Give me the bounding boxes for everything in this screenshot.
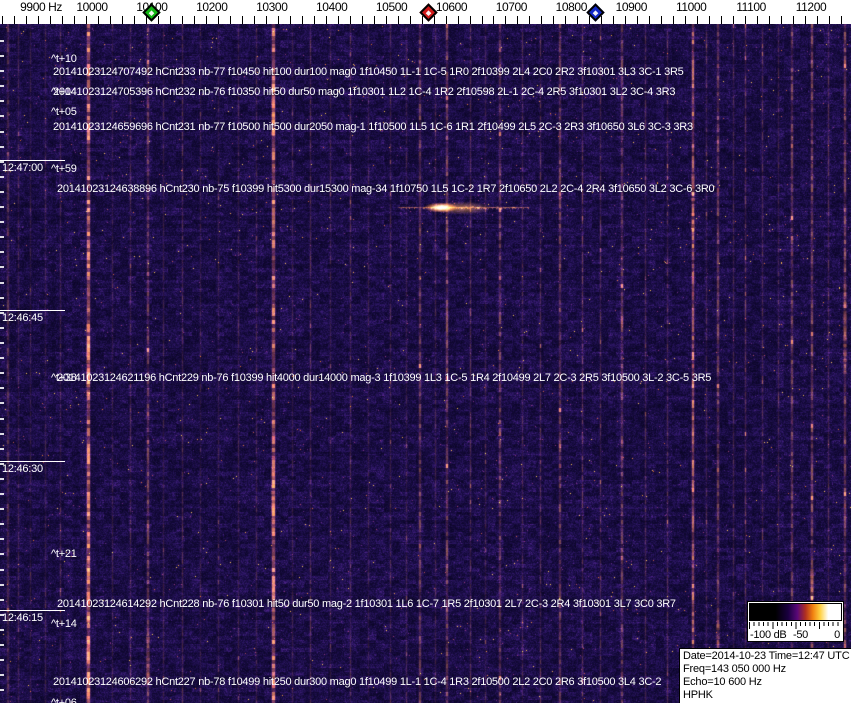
freq-tick	[157, 16, 159, 24]
freq-tick	[505, 16, 507, 24]
colorbar-gradient-icon	[749, 603, 842, 621]
freq-tick	[457, 16, 459, 24]
freq-tick	[433, 16, 435, 24]
freq-label: 10000	[76, 0, 108, 14]
freq-tick	[253, 16, 255, 24]
freq-tick	[409, 16, 411, 24]
freq-tick	[110, 16, 111, 24]
freq-tick	[613, 16, 615, 24]
freq-tick	[26, 16, 28, 24]
colorbar-label-min: -100 dB	[750, 629, 787, 641]
freq-tick	[697, 16, 699, 24]
freq-tick	[38, 16, 40, 24]
freq-tick	[685, 16, 687, 24]
freq-tick	[122, 16, 123, 24]
freq-tick	[529, 16, 531, 24]
freq-tick	[169, 16, 171, 24]
meteor-spectrogram-app: 12:47:00 12:46:45 12:46:30 12:46:15 ^t+10 201…	[0, 0, 851, 703]
freq-label: 10300	[256, 0, 288, 14]
freq-label: 10400	[316, 0, 348, 14]
freq-label: 11000	[675, 0, 707, 14]
info-frequency: Freq=143 050 000 Hz	[683, 663, 786, 675]
freq-tick	[781, 16, 782, 24]
info-echo: Echo=10 600 Hz	[683, 676, 762, 688]
colorbar-label-max: 0	[834, 629, 840, 641]
freq-label: 10200	[196, 0, 228, 14]
freq-tick	[217, 16, 219, 24]
freq-tick	[277, 16, 279, 24]
freq-tick	[397, 16, 399, 24]
freq-tick	[493, 16, 495, 24]
freq-tick	[361, 16, 363, 24]
freq-tick	[673, 16, 675, 24]
freq-tick	[625, 16, 627, 24]
freq-tick	[133, 16, 135, 24]
freq-label: 9900 Hz	[20, 0, 63, 14]
freq-tick	[601, 16, 603, 24]
freq-tick	[481, 16, 483, 24]
freq-tick	[733, 16, 735, 24]
freq-tick	[661, 16, 663, 24]
freq-tick	[541, 16, 543, 24]
freq-tick	[649, 16, 651, 24]
freq-tick	[265, 16, 267, 24]
colorbar-ticks	[749, 622, 841, 629]
colorbar-label-mid: -50	[793, 629, 808, 641]
freq-tick	[337, 16, 339, 24]
freq-tick	[805, 16, 806, 24]
freq-tick	[205, 16, 207, 24]
freq-tick	[50, 16, 52, 24]
freq-tick	[181, 16, 183, 24]
info-station: HPHK	[683, 689, 713, 701]
freq-label: 10900	[615, 0, 648, 14]
freq-label: 10500	[375, 0, 408, 14]
colorbar: -100 dB -50 0	[747, 601, 844, 642]
freq-tick	[86, 16, 87, 24]
spectrogram-canvas	[0, 24, 851, 703]
freq-tick	[74, 16, 75, 24]
freq-tick	[229, 16, 231, 24]
freq-tick	[829, 16, 830, 24]
info-box: Date=2014-10-23 Time=12:47 UTC Freq=143 …	[679, 648, 851, 703]
frequency-ruler: 9900 Hz100001010010200103001040010500106…	[0, 0, 851, 24]
freq-tick	[565, 16, 567, 24]
freq-tick	[313, 16, 315, 24]
freq-tick	[385, 16, 387, 24]
freq-tick	[301, 16, 303, 24]
freq-tick	[769, 16, 771, 24]
freq-label: 11200	[795, 0, 827, 14]
freq-tick	[841, 16, 842, 24]
freq-tick	[721, 16, 723, 24]
freq-tick	[325, 16, 327, 24]
freq-tick	[98, 16, 99, 24]
freq-tick	[709, 16, 711, 24]
freq-tick	[349, 16, 351, 24]
freq-tick	[421, 16, 423, 24]
freq-tick	[817, 16, 818, 24]
freq-label: 10600	[435, 0, 468, 14]
freq-tick	[289, 16, 291, 24]
freq-label: 10700	[495, 0, 528, 14]
freq-tick	[62, 16, 63, 24]
freq-label: 10800	[555, 0, 588, 14]
freq-tick	[793, 16, 794, 24]
freq-tick	[637, 16, 639, 24]
freq-tick	[553, 16, 555, 24]
freq-tick	[577, 16, 579, 24]
freq-tick	[745, 16, 747, 24]
freq-tick	[241, 16, 243, 24]
freq-tick	[193, 16, 195, 24]
freq-tick	[2, 16, 4, 24]
freq-tick	[517, 16, 519, 24]
freq-tick	[757, 16, 759, 24]
info-date-time: Date=2014-10-23 Time=12:47 UTC	[683, 650, 850, 662]
freq-tick	[373, 16, 375, 24]
freq-tick	[469, 16, 471, 24]
freq-tick	[445, 16, 447, 24]
freq-label: 11100	[736, 0, 766, 14]
freq-tick	[14, 16, 16, 24]
